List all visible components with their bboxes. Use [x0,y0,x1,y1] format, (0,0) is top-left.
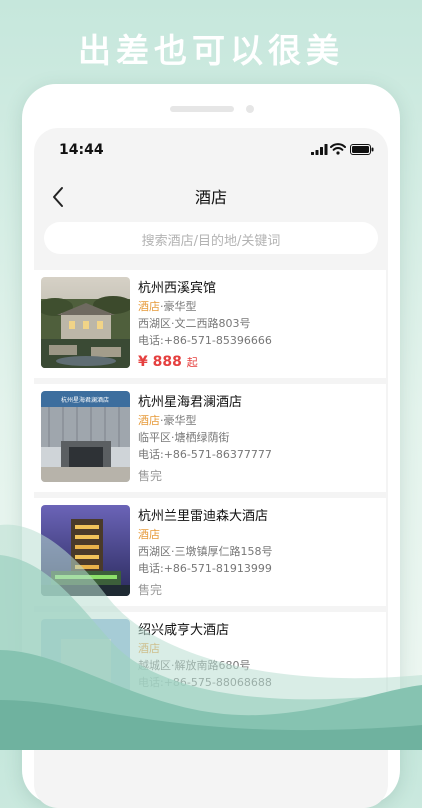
hotel-type: 酒店 [138,642,160,655]
hotel-photo [41,619,130,710]
hotel-address: 越城区·解放南路680号 [138,659,251,672]
sold-out-label: 售完 [138,469,163,483]
hotel-name: 杭州星海君澜酒店 [138,395,243,410]
price-suffix: 起 [186,356,198,369]
hotel-card[interactable]: 杭州西溪宾馆 酒店·豪华型 西湖区·文二西路803号 电话:+86-571-85… [34,270,386,378]
hotel-card[interactable]: 杭州兰里雷迪森大酒店 酒店 西湖区·三墩镇厚仁路158号 电话:+86-571-… [34,498,386,606]
hotel-type: 酒店 [138,300,160,313]
headline: 出差也可以很美 [78,31,344,70]
signal-icon [311,144,328,155]
hotel-grade: ·豪华型 [160,414,197,427]
hotel-phone: 电话:+86-575-88068688 [138,676,272,689]
page-title: 酒店 [194,188,227,207]
hotel-sign: 杭州星海君澜酒店 [61,396,109,404]
status-time: 14:44 [59,142,104,158]
hotel-type: 酒店 [138,528,160,541]
hotel-name: 杭州西溪宾馆 [138,281,217,296]
battery-icon [350,144,374,155]
hotel-photo [41,505,130,596]
hotel-address: 西湖区·三墩镇厚仁路158号 [138,545,273,558]
nav-bar: 酒店 [34,174,388,226]
app-screen: 14:44 酒店 搜索酒店/目的地/关键词 杭州西溪宾馆 酒店·豪华型 西湖区·… [34,128,388,808]
search-placeholder: 搜索酒店/目的地/关键词 [141,234,281,249]
hotel-phone: 电话:+86-571-86377777 [138,448,272,461]
sold-out-label: 售完 [138,583,163,597]
hotel-card[interactable]: 杭州星海君澜酒店 杭州星海君澜酒店 酒店·豪华型 临平区·塘栖绿荫街 电话:+8… [34,384,386,492]
phone-frame: 14:44 酒店 搜索酒店/目的地/关键词 杭州西溪宾馆 酒店·豪华型 西湖区·… [22,84,400,808]
hotel-address: 临平区·塘栖绿荫街 [138,431,230,444]
status-bar: 14:44 [34,128,388,174]
speaker-slot [170,106,234,112]
hotel-card[interactable]: 绍兴咸亨大酒店 酒店 越城区·解放南路680号 电话:+86-575-88068… [34,612,386,720]
hotel-photo: 杭州星海君澜酒店 [41,391,130,482]
hotel-name: 杭州兰里雷迪森大酒店 [138,509,269,524]
hotel-address: 西湖区·文二西路803号 [138,317,251,330]
hotel-price: ¥ 888 起 [138,354,198,370]
hotel-photo [41,277,130,368]
front-camera [246,105,254,113]
hotel-grade: ·豪华型 [160,300,197,313]
hotel-name: 绍兴咸亨大酒店 [138,623,230,638]
wifi-icon [330,143,346,155]
hotel-phone: 电话:+86-571-81913999 [138,562,272,575]
hotel-phone: 电话:+86-571-85396666 [138,334,272,347]
search-input[interactable]: 搜索酒店/目的地/关键词 [44,222,378,254]
hotel-type: 酒店 [138,414,160,427]
